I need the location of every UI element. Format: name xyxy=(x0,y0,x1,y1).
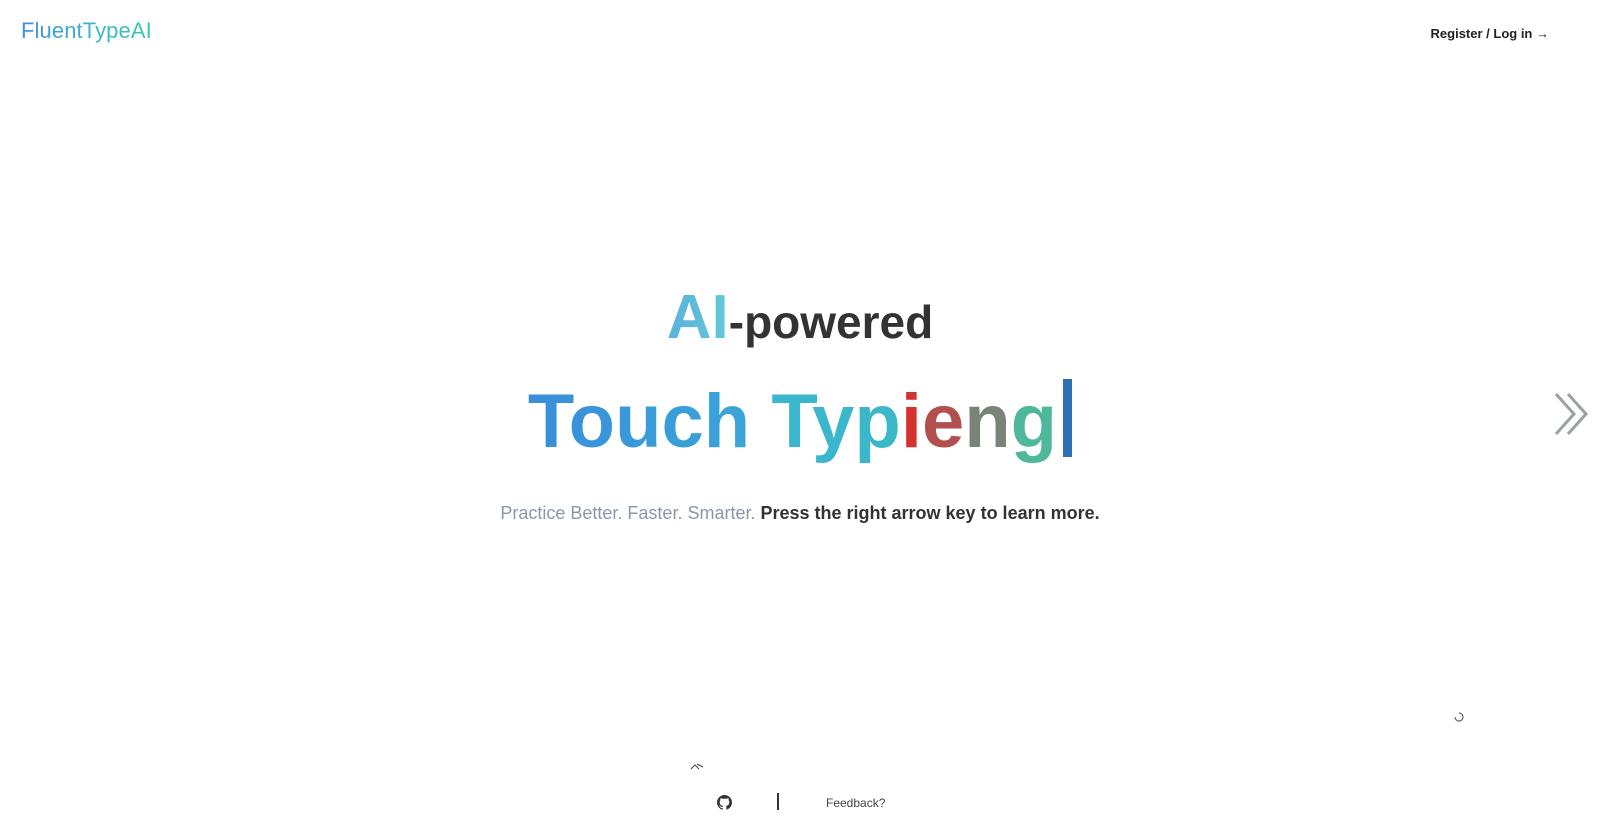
double-chevron-right-icon[interactable] xyxy=(1552,392,1592,436)
typing-word-typ: Typ xyxy=(771,379,901,464)
typing-word-touch: Touch xyxy=(527,379,751,464)
hero-headline: AI-powered xyxy=(0,282,1600,354)
page: FluentTypeAI Register / Log in → AI-powe… xyxy=(0,0,1600,834)
tagline-muted: Practice Better. Faster. Smarter. xyxy=(500,503,756,523)
footer-divider xyxy=(777,793,779,810)
footer: Feedback? xyxy=(0,793,1600,815)
loading-spinner-icon xyxy=(1454,709,1464,722)
logo[interactable]: FluentTypeAI xyxy=(21,18,152,44)
typing-cursor xyxy=(1063,379,1073,457)
typing-char: e xyxy=(921,379,965,464)
headline-ai: AI xyxy=(666,283,729,352)
feedback-link[interactable]: Feedback? xyxy=(826,796,885,810)
github-icon[interactable] xyxy=(717,795,732,810)
register-login-link[interactable]: Register / Log in → xyxy=(1431,26,1549,41)
headline-powered: -powered xyxy=(728,296,934,348)
typing-char-wrong: i xyxy=(900,379,922,464)
typing-demo: Touch Typieng xyxy=(0,374,1600,470)
typing-char: n xyxy=(964,379,1011,464)
cursor-mark-icon xyxy=(690,763,704,774)
typing-char: g xyxy=(1010,379,1058,464)
tagline: Practice Better. Faster. Smarter. Press … xyxy=(0,503,1600,524)
tagline-instruction: Press the right arrow key to learn more. xyxy=(760,503,1100,523)
